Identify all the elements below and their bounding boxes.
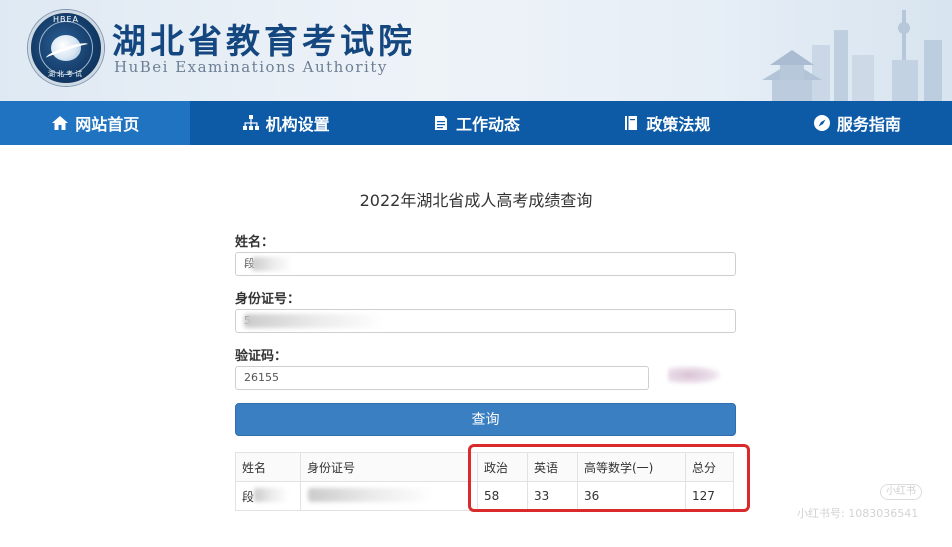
result-id-redaction <box>308 488 433 502</box>
main-navigation: 网站首页 机构设置 工作动态 政策法规 服务指南 <box>0 101 952 145</box>
score-results-table: 姓名 身份证号 政治 英语 高等数学(一) 总分 段 58 33 36 127 <box>235 452 734 511</box>
col-header-english: 英语 <box>527 452 578 482</box>
name-redaction <box>252 257 292 271</box>
cell-math: 36 <box>577 481 686 511</box>
page-title: 2022年湖北省成人高考成绩查询 <box>359 191 593 210</box>
cell-total: 127 <box>685 481 734 511</box>
id-number-redaction <box>244 314 384 328</box>
nav-item-service-guide[interactable]: 服务指南 <box>762 101 952 145</box>
org-name-chinese: 湖北省教育考试院 <box>112 22 416 62</box>
table-header-row: 姓名 身份证号 政治 英语 高等数学(一) 总分 <box>235 452 734 482</box>
document-icon <box>435 116 447 130</box>
name-label: 姓名： <box>235 235 275 250</box>
nav-item-home[interactable]: 网站首页 <box>0 101 191 145</box>
home-icon <box>52 116 69 130</box>
hbea-logo[interactable]: HBEA 湖北考试 <box>28 10 104 86</box>
nav-label-policies: 政策法规 <box>646 115 711 134</box>
col-header-total: 总分 <box>685 452 734 482</box>
nav-item-organization[interactable]: 机构设置 <box>190 101 380 145</box>
watermark-text: 小红书号: 1083036541 <box>797 507 919 520</box>
query-button[interactable]: 查询 <box>235 403 736 436</box>
org-chart-icon <box>242 115 259 130</box>
cell-name-text: 段 <box>242 489 255 504</box>
logo-bottom-text: 湖北考试 <box>48 70 84 78</box>
nav-item-work-news[interactable]: 工作动态 <box>381 101 571 145</box>
cell-politics: 58 <box>477 481 528 511</box>
col-header-math: 高等数学(一) <box>577 452 686 482</box>
city-skyline-illustration <box>762 10 942 101</box>
book-icon <box>625 116 638 130</box>
org-name-english: HuBei Examinations Authority <box>114 58 388 76</box>
captcha-input-value: 26155 <box>244 371 279 384</box>
result-name-redaction <box>254 488 288 502</box>
captcha-label: 验证码： <box>235 349 288 364</box>
nav-label-work-news: 工作动态 <box>456 115 521 134</box>
nav-label-home: 网站首页 <box>75 115 140 134</box>
col-header-politics: 政治 <box>477 452 528 482</box>
nav-label-service-guide: 服务指南 <box>836 115 901 134</box>
logo-top-text: HBEA <box>52 15 80 24</box>
site-header-banner: HBEA 湖北考试 湖北省教育考试院 HuBei Examinations Au… <box>0 0 952 101</box>
id-number-label: 身份证号： <box>235 292 301 307</box>
name-input[interactable]: 段 <box>235 252 736 276</box>
nav-label-organization: 机构设置 <box>265 115 330 134</box>
watermark-badge: 小红书 <box>880 484 922 500</box>
captcha-image[interactable] <box>668 366 720 384</box>
compass-icon <box>813 115 830 131</box>
col-header-name: 姓名 <box>235 452 301 482</box>
captcha-input[interactable]: 26155 <box>235 366 649 390</box>
nav-item-policies[interactable]: 政策法规 <box>571 101 761 145</box>
cell-english: 33 <box>527 481 578 511</box>
col-header-id-number: 身份证号 <box>300 452 478 482</box>
